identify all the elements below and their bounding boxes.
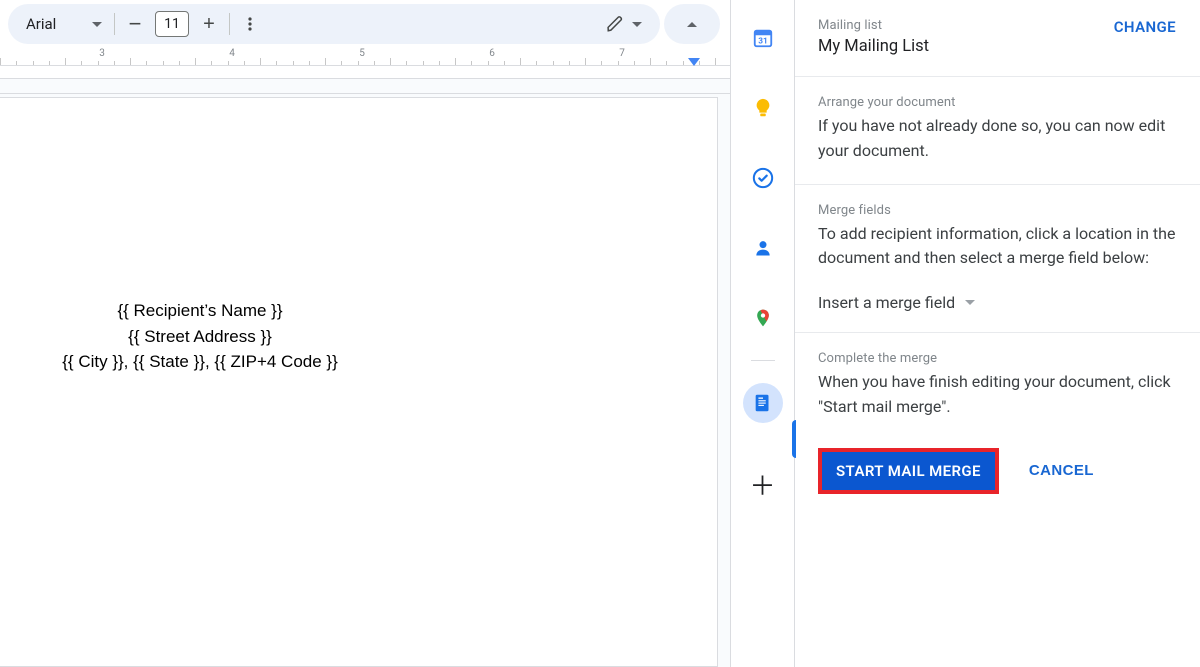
merge-placeholder-city-state-zip: {{ City }}, {{ State }}, {{ ZIP+4 Code }… <box>0 349 400 375</box>
arrange-description: If you have not already done so, you can… <box>818 114 1176 164</box>
document-page[interactable]: {{ Recipient’s Name }} {{ Street Address… <box>0 97 718 667</box>
pencil-icon <box>606 15 624 33</box>
ruler-major-label: 6 <box>489 48 495 59</box>
decrease-font-size-button[interactable]: − <box>121 10 149 38</box>
contacts-icon[interactable] <box>743 228 783 268</box>
get-addons-button[interactable]: ＋ <box>743 467 783 507</box>
more-vertical-icon <box>242 16 258 32</box>
plus-icon: ＋ <box>749 474 775 500</box>
font-family-label: Arial <box>26 15 56 33</box>
mailing-list-label: Mailing list <box>818 18 929 33</box>
change-mailing-list-button[interactable]: CHANGE <box>1114 18 1176 36</box>
tasks-icon[interactable] <box>743 158 783 198</box>
mail-merge-panel: Mailing list My Mailing List CHANGE Arra… <box>794 0 1200 667</box>
merge-placeholder-recipient-name: {{ Recipient’s Name }} <box>0 298 400 324</box>
merge-fields-description: To add recipient information, click a lo… <box>818 222 1176 272</box>
chevron-down-icon <box>92 22 102 27</box>
merge-placeholder-street-address: {{ Street Address }} <box>0 324 400 350</box>
side-strip-divider <box>751 360 775 361</box>
ruler-major-label: 7 <box>619 48 625 59</box>
merge-fields-label: Merge fields <box>818 203 1176 218</box>
ruler-major-label: 3 <box>99 48 105 59</box>
mail-merge-addon-icon[interactable] <box>743 383 783 423</box>
complete-merge-label: Complete the merge <box>818 351 1176 366</box>
arrange-document-section: Arrange your document If you have not al… <box>794 77 1200 185</box>
horizontal-ruler[interactable]: 3 4 5 6 7 <box>0 48 730 78</box>
font-size-input[interactable]: 11 <box>155 11 189 37</box>
tab-stop-marker[interactable] <box>688 58 700 66</box>
calendar-icon[interactable]: 31 <box>743 18 783 58</box>
ruler-major-label: 4 <box>229 48 235 59</box>
merge-fields-section: Merge fields To add recipient informatio… <box>794 185 1200 334</box>
insert-merge-field-dropdown[interactable]: Insert a merge field <box>818 293 1176 312</box>
collapse-toolbar-button[interactable] <box>678 10 706 38</box>
page-top-border <box>0 93 730 94</box>
more-format-options-button[interactable] <box>236 10 264 38</box>
chevron-down-icon <box>632 22 642 27</box>
keep-icon[interactable] <box>743 88 783 128</box>
complete-merge-section: Complete the merge When you have finish … <box>794 333 1200 514</box>
mailing-list-value: My Mailing List <box>818 37 929 56</box>
svg-text:31: 31 <box>758 37 767 47</box>
start-mail-merge-button[interactable]: START MAIL MERGE <box>818 448 999 494</box>
chevron-up-icon <box>687 22 697 27</box>
active-addon-indicator <box>792 420 796 458</box>
toolbar-separator <box>229 13 230 35</box>
editing-mode-dropdown[interactable] <box>598 10 650 38</box>
mailing-list-section: Mailing list My Mailing List CHANGE <box>794 0 1200 77</box>
chevron-down-icon <box>965 300 975 305</box>
toolbar-separator <box>114 13 115 35</box>
complete-merge-description: When you have finish editing your docume… <box>818 370 1176 420</box>
format-toolbar: Arial − 11 + <box>0 0 730 48</box>
cancel-merge-button[interactable]: CANCEL <box>1025 458 1098 483</box>
ruler-major-label: 5 <box>359 48 365 59</box>
arrange-label: Arrange your document <box>818 95 1176 110</box>
insert-merge-field-label: Insert a merge field <box>818 293 955 312</box>
side-addon-strip: 31 ＋ <box>730 0 794 667</box>
maps-icon[interactable] <box>743 298 783 338</box>
increase-font-size-button[interactable]: + <box>195 10 223 38</box>
font-family-dropdown[interactable]: Arial <box>18 10 108 38</box>
